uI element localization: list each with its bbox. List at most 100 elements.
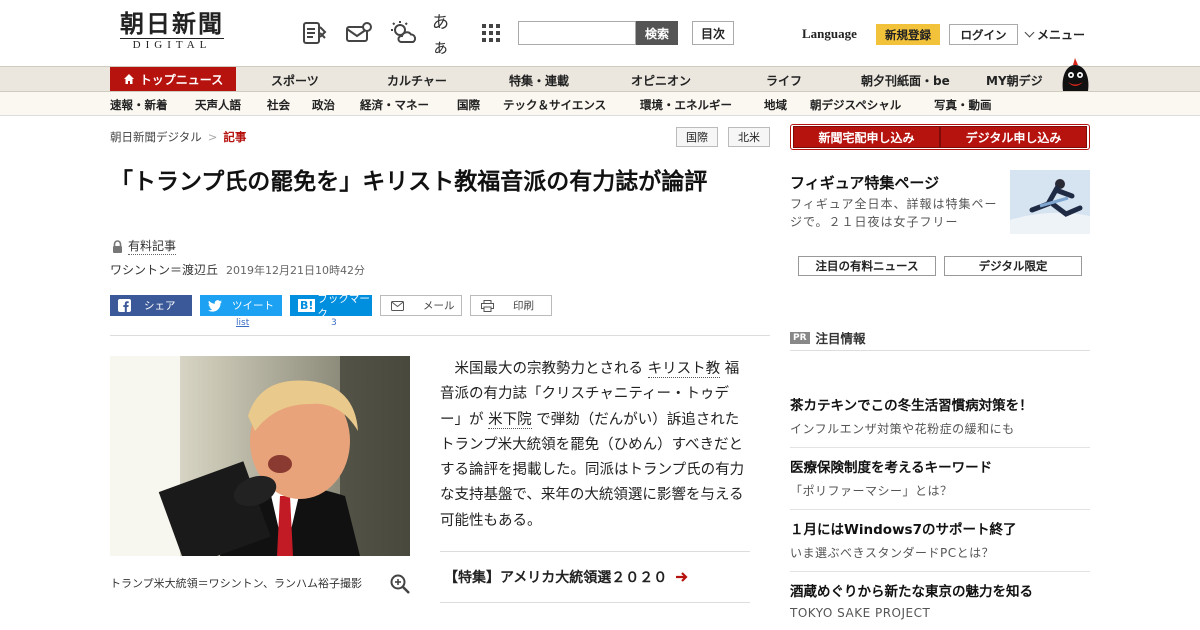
twitter-count[interactable]: list [236, 318, 249, 328]
language-link[interactable]: Language [802, 26, 857, 42]
site-header: 朝日新聞 DIGITAL あぁ 検索 目次 Language 新規登録 ログイン… [0, 0, 1200, 66]
grid-icon[interactable] [476, 18, 506, 48]
twitter-share-button[interactable]: ツイート [200, 295, 282, 316]
breadcrumb-current: 記事 [223, 130, 247, 144]
pr-item-headline: １月にはWindows7のサポート終了 [790, 522, 1017, 538]
pr-item[interactable]: 医療保険制度を考えるキーワード 「ポリファーマシー」とは？ [790, 456, 1090, 510]
lock-icon [113, 239, 122, 253]
nav-item-features[interactable]: 特集・連載 [509, 72, 569, 89]
subscribe-paper-button[interactable]: 新聞宅配申し込み [793, 126, 940, 148]
tag-north-america[interactable]: 北米 [728, 127, 770, 147]
nav-item-sports[interactable]: スポーツ [271, 72, 319, 89]
twitter-share-label: ツイート [232, 300, 274, 312]
subnav-item-economy[interactable]: 経済・マネー [360, 97, 429, 113]
subnav-item-photo-video[interactable]: 写真・動画 [934, 97, 992, 113]
breadcrumb-separator: > [207, 130, 218, 144]
search-button[interactable]: 検索 [636, 21, 678, 45]
subnav-item-environment[interactable]: 環境・エネルギー [640, 97, 732, 113]
body-text: で弾劾（だんがい）訴追されたトランプ米大統領を罷免（ひめん）すべきだとする論評を… [440, 411, 745, 529]
login-button[interactable]: ログイン [949, 24, 1018, 45]
tag-international[interactable]: 国際 [676, 127, 718, 147]
pr-item-headline: 茶カテキンでこの冬生活習慣病対策を！ [790, 398, 1033, 414]
pr-item-headline: 酒蔵めぐりから新たな東京の魅力を知る [790, 584, 1033, 600]
author: ワシントン＝渡辺丘 [110, 263, 219, 277]
pr-item[interactable]: 茶カテキンでこの冬生活習慣病対策を！ インフルエンザ対策や花粉症の緩和にも [790, 394, 1090, 448]
home-icon [123, 74, 134, 84]
nav-item-my-asadeji[interactable]: MY朝デジ [986, 72, 1043, 89]
divider [790, 571, 1090, 572]
site-logo[interactable]: 朝日新聞 DIGITAL [112, 10, 232, 51]
paid-article-text[interactable]: 有料記事 [128, 237, 177, 255]
nav-top-news-label: トップニュース [139, 72, 224, 87]
contents-button[interactable]: 目次 [692, 21, 734, 45]
feature-link[interactable]: 【特集】アメリカ大統領選２０２０ [440, 551, 750, 603]
hatena-bookmark-label: ブックマーク [317, 292, 370, 320]
article-body: 米国最大の宗教勢力とされる キリスト教 福音派の有力誌「クリスチャニティー・トゥ… [440, 357, 750, 534]
pr-item[interactable]: 酒蔵めぐりから新たな東京の魅力を知る TOKYO SAKE PROJECT [790, 580, 1090, 620]
pr-item-sub: インフルエンザ対策や花粉症の緩和にも [790, 422, 1015, 436]
article-photo[interactable] [110, 356, 410, 556]
hatena-bookmark-button[interactable]: B! ブックマーク [290, 293, 372, 320]
byline: ワシントン＝渡辺丘 2019年12月21日10時42分 [110, 261, 365, 278]
divider [790, 447, 1090, 448]
subnav-item-society[interactable]: 社会 [267, 97, 290, 113]
nav-item-life[interactable]: ライフ [766, 72, 802, 89]
paid-news-button[interactable]: 注目の有料ニュース [798, 256, 936, 276]
publish-date: 2019年12月21日10時42分 [226, 264, 365, 277]
figure-special-title[interactable]: フィギュア特集ページ [790, 172, 939, 193]
figure-special-desc: フィギュア全日本、詳報は特集ページで。２１日夜は女子フリー [790, 197, 998, 229]
envelope-icon [391, 301, 404, 311]
logo-sub: DIGITAL [120, 38, 224, 51]
pr-badge: PR [790, 331, 810, 344]
breadcrumb-home[interactable]: 朝日新聞デジタル [110, 130, 202, 144]
print-label: 印刷 [513, 300, 534, 312]
mail-icon[interactable] [344, 18, 374, 48]
search-form: 検索 [518, 21, 678, 45]
subnav-item-tech[interactable]: テック＆サイエンス [503, 97, 606, 113]
chevron-down-icon [1024, 27, 1035, 38]
main-nav: トップニュース スポーツ カルチャー 特集・連載 オピニオン ライフ 朝夕刊紙面… [0, 58, 1200, 92]
search-input[interactable] [518, 21, 636, 45]
mail-share-button[interactable]: メール [380, 295, 462, 316]
subnav-item-latest[interactable]: 速報・新着 [110, 97, 168, 113]
menu-button[interactable]: メニュー [1024, 26, 1085, 43]
body-text: 米国最大の宗教勢力とされる [454, 361, 644, 377]
pr-item-headline: 医療保険制度を考えるキーワード [790, 460, 993, 476]
pr-section-header: PR 注目情報 [790, 325, 1090, 351]
pr-item-sub: TOKYO SAKE PROJECT [790, 606, 931, 620]
keyword-link-house[interactable]: 米下院 [488, 411, 532, 429]
nav-top-news[interactable]: トップニュース [110, 67, 236, 91]
nav-item-opinion[interactable]: オピニオン [631, 72, 691, 89]
subnav-item-region[interactable]: 地域 [764, 97, 787, 113]
subscribe-digital-button[interactable]: デジタル申し込み [940, 126, 1087, 148]
font-size-icon[interactable]: あぁ [432, 13, 462, 58]
breadcrumb: 朝日新聞デジタル > 記事 [110, 129, 246, 145]
weather-icon[interactable] [388, 18, 418, 48]
list-icon[interactable] [300, 18, 330, 48]
photo-caption: トランプ米大統領＝ワシントン、ランハム裕子撮影 [110, 577, 363, 590]
paid-article-label: 有料記事 [112, 237, 177, 255]
print-button[interactable]: 印刷 [470, 295, 552, 316]
mascot-icon [1062, 58, 1089, 91]
sub-nav: 速報・新着 天声人語 社会 政治 経済・マネー 国際 テック＆サイエンス 環境・… [0, 92, 1200, 116]
hatena-count[interactable]: 3 [331, 318, 337, 328]
digital-only-button[interactable]: デジタル限定 [944, 256, 1082, 276]
nav-item-culture[interactable]: カルチャー [387, 72, 447, 89]
divider [110, 335, 770, 336]
subnav-item-international[interactable]: 国際 [457, 97, 480, 113]
keyword-link-christianity[interactable]: キリスト教 [647, 361, 721, 378]
figure-skater-image[interactable] [1010, 170, 1090, 234]
article-title: 「トランプ氏の罷免を」キリスト教福音派の有力誌が論評 [110, 169, 708, 195]
hatena-icon: B! [298, 299, 316, 312]
subnav-item-politics[interactable]: 政治 [312, 97, 335, 113]
facebook-share-button[interactable]: シェア [110, 295, 192, 316]
zoom-icon[interactable] [390, 574, 410, 594]
subnav-item-special[interactable]: 朝デジスペシャル [810, 97, 901, 113]
pr-item[interactable]: １月にはWindows7のサポート終了 いま選ぶべきスタンダードPCとは？ [790, 518, 1090, 572]
nav-item-paper[interactable]: 朝夕刊紙面・be [861, 72, 950, 89]
subnav-item-tenseijingo[interactable]: 天声人語 [195, 97, 241, 113]
mail-share-label: メール [423, 300, 455, 312]
register-button[interactable]: 新規登録 [876, 24, 940, 45]
pr-item-sub: 「ポリファーマシー」とは？ [790, 484, 953, 498]
arrow-right-icon [676, 572, 688, 582]
